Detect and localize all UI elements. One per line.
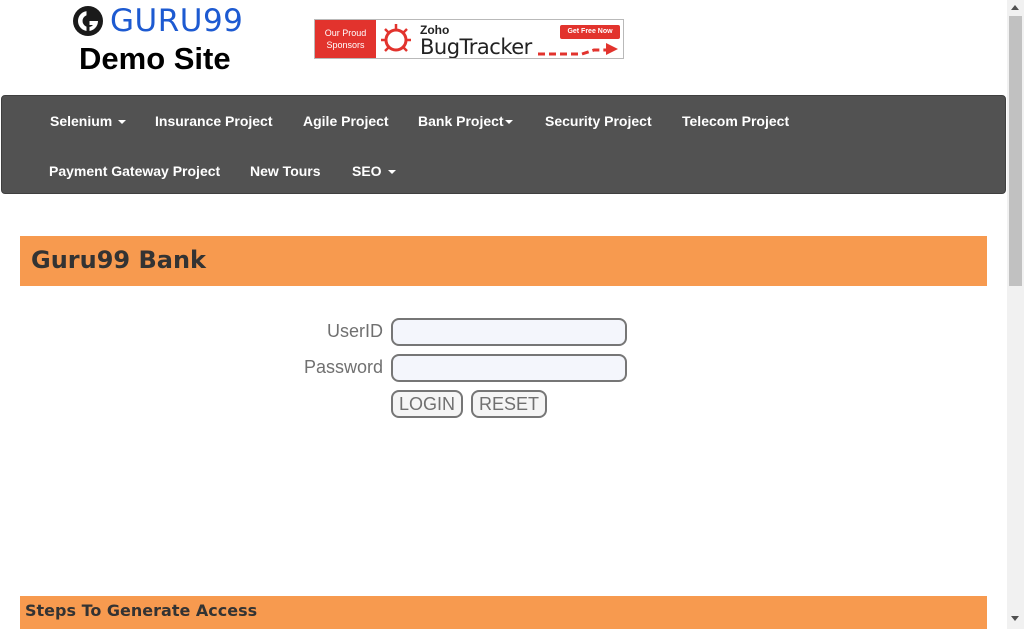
sponsor-product: BugTracker: [420, 35, 532, 59]
page-title: Guru99 Bank: [31, 246, 206, 274]
guru99-logo-icon: [73, 6, 103, 36]
nav-payment-gateway-project[interactable]: Payment Gateway Project: [49, 163, 220, 179]
nav-selenium-label: Selenium: [50, 113, 113, 129]
nav-seo-dropdown[interactable]: SEO: [352, 163, 396, 179]
userid-label: UserID: [326, 321, 383, 341]
nav-new-tours[interactable]: New Tours: [250, 163, 321, 179]
scroll-up-arrow-icon[interactable]: [1011, 5, 1019, 10]
get-free-now-button[interactable]: Get Free Now: [560, 25, 620, 39]
sponsor-banner[interactable]: Our Proud Sponsors Zoho BugTracker Get F…: [314, 19, 624, 59]
steps-header-bar: Steps To Generate Access: [20, 596, 987, 629]
nav-agile-project[interactable]: Agile Project: [303, 113, 389, 129]
scroll-down-arrow-icon[interactable]: [1011, 616, 1019, 621]
vertical-scrollbar[interactable]: [1007, 0, 1024, 629]
userid-input[interactable]: [391, 318, 627, 346]
nav-bank-project-dropdown[interactable]: Bank Project: [418, 113, 513, 129]
caret-down-icon: [504, 120, 513, 125]
bank-header-bar: Guru99 Bank: [20, 236, 987, 286]
dashed-arrow-icon: [538, 43, 618, 56]
reset-button[interactable]: RESET: [471, 390, 548, 418]
nav-insurance-project[interactable]: Insurance Project: [155, 113, 273, 129]
site-subtitle: Demo Site: [79, 41, 231, 76]
sponsor-ad: Zoho BugTracker Get Free Now: [376, 20, 623, 58]
sponsor-label: Our Proud Sponsors: [315, 20, 376, 58]
nav-security-project[interactable]: Security Project: [545, 113, 652, 129]
caret-down-icon: [118, 120, 127, 125]
logo-text: GURU99: [110, 3, 244, 39]
login-button[interactable]: LOGIN: [391, 390, 464, 418]
sponsor-label-line1: Our Proud: [324, 28, 367, 38]
scrollbar-thumb[interactable]: [1009, 16, 1022, 286]
steps-title: Steps To Generate Access: [25, 601, 258, 620]
nav-selenium-dropdown[interactable]: Selenium: [50, 113, 127, 129]
bug-icon: [381, 24, 411, 52]
caret-down-icon: [387, 170, 396, 175]
sponsor-label-line2: Sponsors: [326, 40, 365, 50]
nav-bank-label: Bank Project: [418, 113, 504, 129]
main-navbar: Selenium Insurance Project Agile Project…: [1, 95, 1006, 194]
site-logo[interactable]: GURU99 Demo Site: [72, 4, 244, 76]
nav-seo-label: SEO: [352, 163, 382, 179]
password-input[interactable]: [391, 354, 627, 382]
nav-telecom-project[interactable]: Telecom Project: [682, 113, 789, 129]
password-label: Password: [303, 357, 383, 377]
page: GURU99 Demo Site Our Proud Sponsors Zoho…: [0, 0, 1007, 629]
